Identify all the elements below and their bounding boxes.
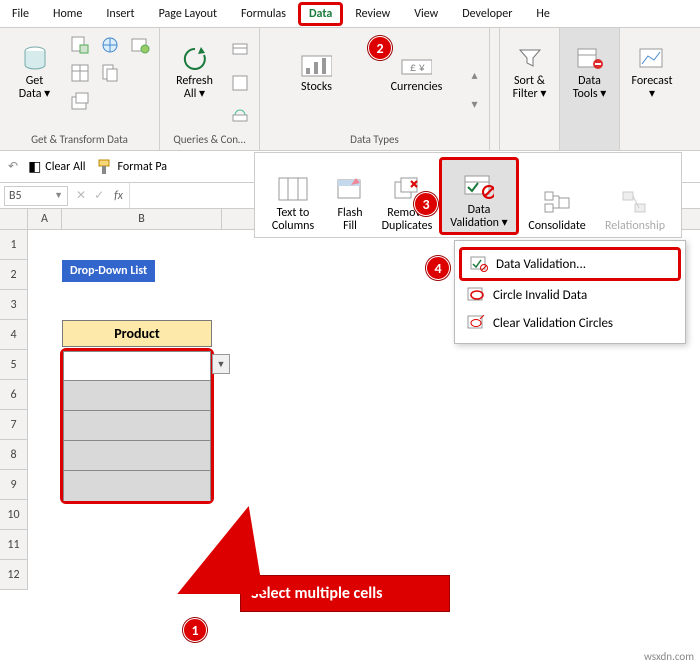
menu-clear-circles[interactable]: Clear Validation Circles bbox=[459, 309, 681, 337]
tab-help[interactable]: He bbox=[524, 3, 561, 25]
consolidate-icon bbox=[542, 188, 572, 218]
text-to-columns-button[interactable]: Text to Columns bbox=[261, 157, 325, 235]
text-to-columns-icon bbox=[278, 175, 308, 205]
format-painter-button[interactable]: Format Pa bbox=[96, 158, 168, 176]
get-transform-label: Get & Transform Data bbox=[31, 131, 128, 148]
stocks-icon bbox=[300, 49, 332, 81]
datatypes-label: Data Types bbox=[350, 131, 399, 148]
from-workbook-icon[interactable] bbox=[97, 60, 123, 86]
get-data-button[interactable]: Get Data ▾ bbox=[7, 32, 63, 112]
row-header[interactable]: 3 bbox=[0, 290, 28, 320]
data-validation-menu: Data Validation... Circle Invalid Data C… bbox=[454, 240, 686, 344]
cancel-icon[interactable]: ✕ bbox=[76, 188, 86, 203]
row-header[interactable]: 10 bbox=[0, 500, 28, 530]
sort-filter-button[interactable]: Sort & Filter ▾ bbox=[502, 32, 558, 112]
forecast-icon bbox=[636, 43, 668, 75]
flash-fill-icon bbox=[335, 175, 365, 205]
tab-pagelayout[interactable]: Page Layout bbox=[147, 3, 229, 25]
eraser-icon: ◧ bbox=[28, 158, 41, 175]
from-text-icon[interactable] bbox=[67, 32, 93, 58]
selected-range[interactable]: ▼ bbox=[60, 348, 214, 504]
links-icon[interactable] bbox=[227, 102, 253, 128]
tab-file[interactable]: File bbox=[0, 3, 41, 25]
funnel-icon bbox=[514, 43, 546, 75]
data-tools-panel: Text to Columns Flash Fill Remove Duplic… bbox=[254, 152, 682, 238]
refresh-all-button[interactable]: Refresh All ▾ bbox=[167, 32, 223, 112]
circle-invalid-icon bbox=[467, 287, 485, 303]
paintbrush-icon bbox=[96, 158, 114, 176]
row-header[interactable]: 9 bbox=[0, 470, 28, 500]
ribbon: Get Data ▾ Get & Transform Data bbox=[0, 28, 700, 151]
cell-b7[interactable] bbox=[63, 411, 211, 441]
menu-circle-invalid[interactable]: Circle Invalid Data bbox=[459, 281, 681, 309]
relationships-icon bbox=[620, 188, 650, 218]
row-header[interactable]: 11 bbox=[0, 530, 28, 560]
flash-fill-button[interactable]: Flash Fill bbox=[325, 157, 375, 235]
row-header[interactable]: 4 bbox=[0, 320, 28, 350]
data-validation-button[interactable]: Data Validation ▾ bbox=[439, 157, 519, 235]
clear-all-button[interactable]: ◧ Clear All bbox=[28, 158, 85, 175]
col-header-a[interactable]: A bbox=[28, 209, 62, 229]
from-table-icon[interactable] bbox=[67, 60, 93, 86]
properties-icon[interactable] bbox=[227, 70, 253, 96]
database-icon bbox=[19, 43, 51, 75]
clear-circles-icon bbox=[467, 315, 485, 331]
row-header[interactable]: 2 bbox=[0, 260, 28, 290]
cell-b5[interactable]: ▼ bbox=[63, 351, 211, 381]
existing-conn-icon[interactable] bbox=[67, 88, 93, 114]
tab-insert[interactable]: Insert bbox=[94, 3, 146, 25]
tab-review[interactable]: Review bbox=[343, 3, 402, 25]
row-header[interactable]: 6 bbox=[0, 380, 28, 410]
title-cell: Drop-Down List bbox=[62, 260, 155, 282]
step-badge-1: 1 bbox=[183, 618, 207, 642]
from-web-icon[interactable] bbox=[97, 32, 123, 58]
step-badge-3: 3 bbox=[414, 192, 438, 216]
cell-b8[interactable] bbox=[63, 441, 211, 471]
row-header[interactable]: 12 bbox=[0, 560, 28, 590]
cell-b6[interactable] bbox=[63, 381, 211, 411]
queries-group-label: Queries & Con… bbox=[173, 131, 245, 148]
product-header-cell: Product bbox=[62, 320, 212, 347]
consolidate-button[interactable]: Consolidate bbox=[519, 157, 595, 235]
data-tools-button[interactable]: Data Tools ▾ bbox=[562, 32, 618, 112]
relationships-button: Relationship bbox=[595, 157, 675, 235]
undo-icon[interactable]: ↶ bbox=[8, 159, 18, 174]
select-all-corner[interactable] bbox=[0, 209, 28, 229]
scroll-up-icon[interactable]: ▴ bbox=[471, 68, 477, 83]
menu-bar: File Home Insert Page Layout Formulas Da… bbox=[0, 0, 700, 28]
cell-b9[interactable] bbox=[63, 471, 211, 501]
tab-data[interactable]: Data bbox=[298, 2, 343, 26]
forecast-button[interactable]: Forecast ▾ bbox=[624, 32, 680, 112]
data-tools-icon bbox=[574, 43, 606, 75]
enter-icon[interactable]: ✓ bbox=[94, 188, 104, 203]
queries-icon[interactable] bbox=[227, 38, 253, 64]
chevron-down-icon[interactable]: ▼ bbox=[54, 190, 63, 201]
refresh-icon bbox=[179, 43, 211, 75]
row-header[interactable]: 7 bbox=[0, 410, 28, 440]
row-header[interactable]: 8 bbox=[0, 440, 28, 470]
scroll-down-icon[interactable]: ▾ bbox=[471, 97, 477, 112]
tab-developer[interactable]: Developer bbox=[450, 3, 524, 25]
callout-annotation: Select multiple cells bbox=[240, 575, 450, 612]
currencies-icon: £ ¥ bbox=[400, 49, 432, 81]
col-header-b[interactable]: B bbox=[62, 209, 222, 229]
dropdown-arrow-icon[interactable]: ▼ bbox=[212, 354, 230, 374]
name-box[interactable]: B5 ▼ bbox=[4, 186, 68, 206]
tab-home[interactable]: Home bbox=[41, 3, 94, 25]
stocks-button[interactable]: Stocks bbox=[271, 32, 361, 112]
recent-icon[interactable] bbox=[127, 32, 153, 58]
watermark: wsxdn.com bbox=[644, 650, 694, 663]
row-header[interactable]: 5 bbox=[0, 350, 28, 380]
svg-text:£ ¥: £ ¥ bbox=[410, 61, 425, 75]
row-header[interactable]: 1 bbox=[0, 230, 28, 260]
step-badge-4: 4 bbox=[426, 256, 450, 280]
data-validation-icon bbox=[464, 172, 494, 202]
tab-view[interactable]: View bbox=[402, 3, 450, 25]
data-validation-menu-icon bbox=[470, 256, 488, 272]
menu-data-validation[interactable]: Data Validation... bbox=[459, 247, 681, 281]
step-badge-2: 2 bbox=[368, 36, 392, 60]
tab-formulas[interactable]: Formulas bbox=[229, 3, 298, 25]
fx-icon[interactable]: fx bbox=[114, 189, 123, 203]
